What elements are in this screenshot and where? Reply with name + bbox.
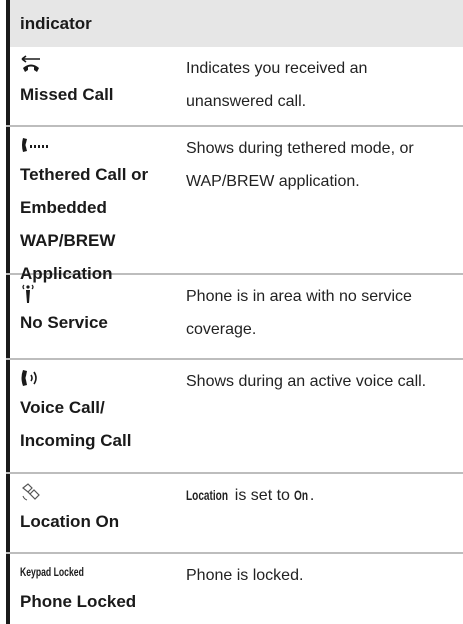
indicator-cell: Keypad Locked Phone Locked (6, 554, 174, 624)
table-row: Tethered Call or Embedded WAP/BREW Appli… (6, 127, 463, 283)
indicator-cell: Missed Call (6, 47, 174, 125)
indicator-description: Phone is locked. (186, 567, 304, 584)
keypad-locked-label: Keypad Locked (20, 565, 84, 579)
header-title: indicator (20, 13, 92, 33)
indicator-table: indicator Missed Call Indicates you rece… (6, 0, 463, 624)
on-keyword: On (294, 487, 309, 503)
location-on-icon (20, 479, 174, 505)
indicator-name-line: Embedded (20, 198, 107, 217)
missed-call-icon (20, 52, 174, 78)
description-cell: Shows during an active voice call. (174, 360, 463, 472)
description-cell: Location is set to On. (174, 474, 463, 552)
indicator-name: Missed Call (20, 85, 114, 104)
indicator-name-line: Incoming Call (20, 431, 132, 450)
indicator-cell: No Service (6, 275, 174, 358)
indicator-description: Phone is in area with no service coverag… (186, 288, 412, 338)
description-cell: Phone is locked. (174, 554, 463, 624)
description-text: is set to (230, 487, 295, 504)
no-service-icon (20, 280, 174, 306)
description-cell: Phone is in area with no service coverag… (174, 275, 463, 358)
indicator-cell: Location On (6, 474, 174, 552)
indicator-name-line: WAP/BREW (20, 231, 116, 250)
indicator-cell: Tethered Call or Embedded WAP/BREW Appli… (6, 127, 174, 283)
table-row: Location On Location is set to On. (6, 474, 463, 554)
table-row: Keypad Locked Phone Locked Phone is lock… (6, 554, 463, 624)
description-end: . (309, 487, 315, 504)
indicator-cell: Voice Call/ Incoming Call (6, 360, 174, 472)
description-cell: Indicates you received an unanswered cal… (174, 47, 463, 125)
voice-call-icon (20, 365, 174, 391)
indicator-name: Location On (20, 512, 120, 531)
table-row: Missed Call Indicates you received an un… (6, 47, 463, 127)
description-cell: Shows during tethered mode, or WAP/BREW … (174, 127, 463, 273)
indicator-description: Shows during tethered mode, or WAP/BREW … (186, 140, 414, 190)
location-keyword: Location (186, 487, 229, 503)
table-header: indicator (6, 0, 463, 47)
indicator-name: Phone Locked (20, 592, 137, 611)
indicator-name-line: Tethered Call or (20, 165, 149, 184)
indicator-description: Indicates you received an unanswered cal… (186, 60, 368, 110)
table-row: No Service Phone is in area with no serv… (6, 275, 463, 360)
indicator-description: Location is set to On. (186, 479, 455, 512)
indicator-description: Shows during an active voice call. (186, 373, 427, 390)
indicator-name-line: Voice Call/ (20, 398, 105, 417)
tethered-call-icon (20, 132, 174, 158)
table-row: Voice Call/ Incoming Call Shows during a… (6, 360, 463, 474)
indicator-name: No Service (20, 313, 108, 332)
